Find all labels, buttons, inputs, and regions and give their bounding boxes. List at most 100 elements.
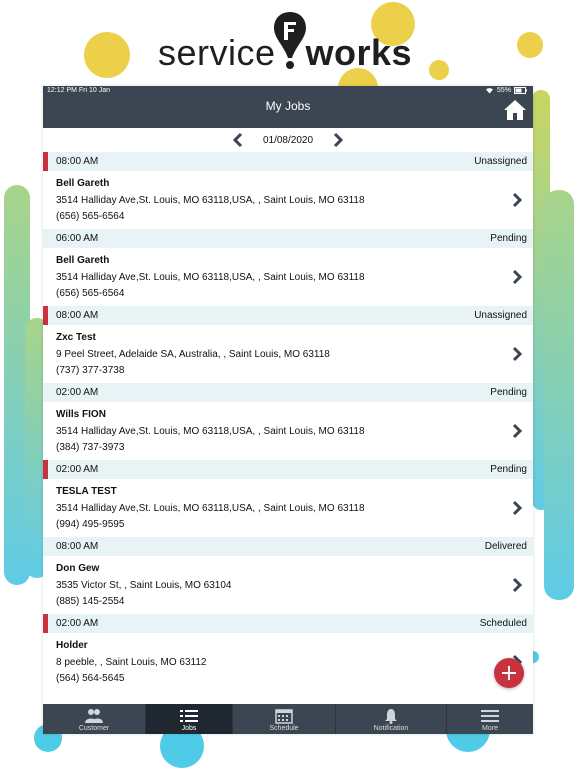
job-header: 02:00 AM Pending — [43, 383, 533, 402]
job-item: 02:00 AM Pending Wills FION 3514 Halliday A… — [43, 383, 533, 460]
chevron-right-icon — [512, 500, 523, 516]
job-time: 08:00 AM — [56, 156, 99, 167]
job-item: 06:00 AM Pending Bell Gareth 3514 Halliday … — [43, 229, 533, 306]
tab-label: Schedule — [269, 725, 299, 732]
customer-phone: (656) 565-6564 — [56, 288, 125, 299]
job-row[interactable]: Bell Gareth 3514 Halliday Ave,St. Louis, … — [43, 248, 533, 306]
navigation-bar: My Jobs — [43, 95, 533, 128]
tab-label: Notification — [373, 725, 409, 732]
job-row[interactable]: TESLA TEST 3514 Halliday Ave,St. Louis, M… — [43, 479, 533, 537]
people-icon — [85, 709, 103, 723]
status-time: 12:12 PM Fri 10 Jan — [47, 87, 111, 94]
job-item: 08:00 AM Delivered Don Gew 3535 Victor St, … — [43, 537, 533, 614]
customer-address: 3514 Halliday Ave,St. Louis, MO 63118,US… — [56, 426, 365, 437]
job-header: 02:00 AM Scheduled — [43, 614, 533, 633]
job-time: 02:00 AM — [56, 618, 99, 629]
job-row[interactable]: Don Gew 3535 Victor St, , Saint Louis, MO… — [43, 556, 533, 614]
tab-label: Jobs — [181, 725, 197, 732]
tab-schedule[interactable]: Schedule — [233, 704, 336, 734]
customer-name: Wills FION — [56, 409, 106, 420]
location-pin-icon — [274, 12, 306, 69]
date-navigator: 01/08/2020 — [43, 128, 533, 152]
page-title: My Jobs — [265, 99, 311, 113]
job-status: Unassigned — [474, 310, 527, 321]
job-item: 02:00 AM Scheduled Holder 8 peeble, , Saint… — [43, 614, 533, 691]
job-status: Delivered — [484, 541, 527, 552]
customer-name: Bell Gareth — [56, 255, 110, 266]
calendar-icon — [275, 709, 293, 724]
job-time: 08:00 AM — [56, 310, 99, 321]
menu-icon — [481, 710, 499, 722]
customer-address: 9 Peel Street, Adelaide SA, Australia, ,… — [56, 349, 330, 360]
chevron-left-icon — [232, 133, 243, 147]
brand-word-works: works — [305, 32, 413, 73]
previous-date-button[interactable] — [231, 132, 245, 148]
customer-address: 3514 Halliday Ave,St. Louis, MO 63118,US… — [56, 195, 365, 206]
customer-phone: (564) 564-5645 — [56, 673, 125, 684]
chevron-right-icon — [512, 269, 523, 285]
job-status: Pending — [490, 387, 527, 398]
customer-address: 3514 Halliday Ave,St. Louis, MO 63118,US… — [56, 272, 365, 283]
tab-label: More — [482, 725, 498, 732]
job-row[interactable]: Zxc Test 9 Peel Street, Adelaide SA, Aust… — [43, 325, 533, 383]
tab-bar: Customer Jobs Schedule Notification More — [43, 704, 533, 734]
customer-address: 8 peeble, , Saint Louis, MO 63112 — [56, 657, 207, 668]
job-header: 08:00 AM Unassigned — [43, 152, 533, 171]
tab-customer[interactable]: Customer — [43, 704, 146, 734]
chevron-right-icon — [512, 577, 523, 593]
customer-address: 3514 Halliday Ave,St. Louis, MO 63118,US… — [56, 503, 365, 514]
chevron-right-icon — [333, 133, 344, 147]
gradient-pill — [544, 190, 574, 600]
battery-percent: 55% — [496, 87, 511, 94]
customer-phone: (994) 495-9595 — [56, 519, 125, 530]
status-right: 55% — [485, 87, 527, 94]
plus-icon — [502, 666, 516, 680]
job-header: 06:00 AM Pending — [43, 229, 533, 248]
job-time: 02:00 AM — [56, 387, 99, 398]
app-window: 12:12 PM Fri 10 Jan 55% My Jobs 01/08/20… — [43, 86, 533, 734]
job-time: 08:00 AM — [56, 541, 99, 552]
chevron-right-icon — [512, 423, 523, 439]
tab-notification[interactable]: Notification — [336, 704, 447, 734]
job-item: 08:00 AM Unassigned Zxc Test 9 Peel Street,… — [43, 306, 533, 383]
home-icon[interactable] — [503, 99, 527, 121]
add-job-button[interactable] — [494, 658, 524, 688]
job-header: 08:00 AM Unassigned — [43, 306, 533, 325]
next-date-button[interactable] — [331, 132, 345, 148]
customer-phone: (384) 737-3973 — [56, 442, 125, 453]
customer-address: 3535 Victor St, , Saint Louis, MO 63104 — [56, 580, 232, 591]
customer-name: Don Gew — [56, 563, 100, 574]
wifi-icon — [485, 88, 493, 94]
bell-icon — [385, 709, 397, 724]
job-header: 02:00 AM Pending — [43, 460, 533, 479]
chevron-right-icon — [512, 346, 523, 362]
job-item: 08:00 AM Unassigned Bell Gareth 3514 Hallid… — [43, 152, 533, 229]
job-status: Scheduled — [479, 618, 527, 629]
job-item: 02:00 AM Pending TESLA TEST 3514 Halliday A… — [43, 460, 533, 537]
customer-name: Zxc Test — [56, 332, 96, 343]
brand-logo: service works — [0, 0, 576, 86]
customer-phone: (885) 145-2554 — [56, 596, 125, 607]
list-icon — [180, 710, 198, 722]
job-row[interactable]: Bell Gareth 3514 Halliday Ave,St. Louis, … — [43, 171, 533, 229]
brand-word-service: service — [158, 32, 276, 73]
customer-phone: (737) 377-3738 — [56, 365, 125, 376]
job-time: 02:00 AM — [56, 464, 99, 475]
tab-more[interactable]: More — [447, 704, 533, 734]
customer-phone: (656) 565-6564 — [56, 211, 125, 222]
chevron-right-icon — [512, 192, 523, 208]
job-time: 06:00 AM — [56, 233, 99, 244]
tab-label: Customer — [78, 725, 110, 732]
job-status: Pending — [490, 464, 527, 475]
status-bar: 12:12 PM Fri 10 Jan 55% — [43, 86, 533, 95]
job-list: 08:00 AM Unassigned Bell Gareth 3514 Hallid… — [43, 152, 533, 704]
customer-name: TESLA TEST — [56, 486, 117, 497]
current-date: 01/08/2020 — [262, 134, 314, 146]
job-status: Pending — [490, 233, 527, 244]
job-status: Unassigned — [474, 156, 527, 167]
battery-icon — [514, 87, 527, 94]
job-row[interactable]: Holder 8 peeble, , Saint Louis, MO 63112 (… — [43, 633, 533, 691]
tab-jobs[interactable]: Jobs — [146, 704, 233, 734]
customer-name: Bell Gareth — [56, 178, 110, 189]
job-row[interactable]: Wills FION 3514 Halliday Ave,St. Louis, M… — [43, 402, 533, 460]
